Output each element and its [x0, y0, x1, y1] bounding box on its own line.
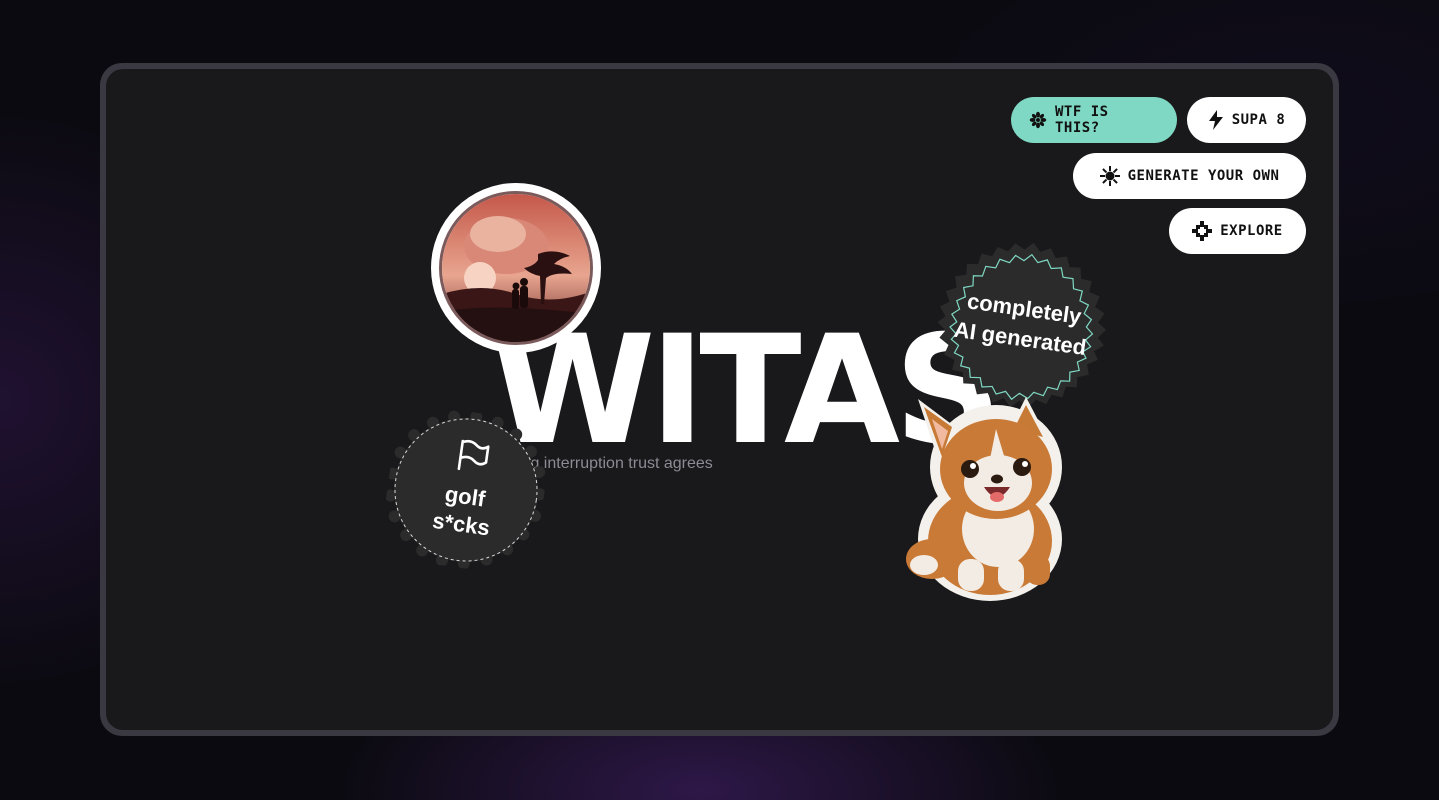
tagline-line-1: ing interruption trust agrees [518, 455, 713, 472]
supa-8-button[interactable]: SUPA 8 [1187, 97, 1306, 143]
app-frame: WTF IS THIS? SUPA 8 GENERATE YOUR OWN EX… [100, 63, 1339, 736]
wtf-is-this-label: WTF IS THIS? [1055, 104, 1109, 136]
avatar-image [439, 191, 593, 345]
sun-burst-icon [1099, 166, 1120, 186]
explore-button[interactable]: EXPLORE [1169, 208, 1306, 254]
sparkle-icon [1192, 221, 1213, 241]
lightning-icon [1208, 110, 1224, 130]
tagline-line-2: ful [518, 475, 818, 497]
generate-your-own-label: GENERATE YOUR OWN [1127, 168, 1280, 184]
dog-sticker [898, 379, 1083, 601]
explore-label: EXPLORE [1220, 223, 1283, 239]
asterisk-flower-icon [1029, 111, 1047, 129]
featured-avatar[interactable] [431, 183, 601, 353]
generate-your-own-button[interactable]: GENERATE YOUR OWN [1073, 153, 1306, 199]
wtf-is-this-button[interactable]: WTF IS THIS? [1011, 97, 1177, 143]
flag-icon [452, 436, 491, 479]
golf-sticker: golf s*cks [378, 402, 554, 578]
supa-8-label: SUPA 8 [1231, 112, 1286, 128]
main-panel: WTF IS THIS? SUPA 8 GENERATE YOUR OWN EX… [106, 69, 1333, 730]
hero-tagline: ing interruption trust agrees ful [518, 453, 818, 497]
